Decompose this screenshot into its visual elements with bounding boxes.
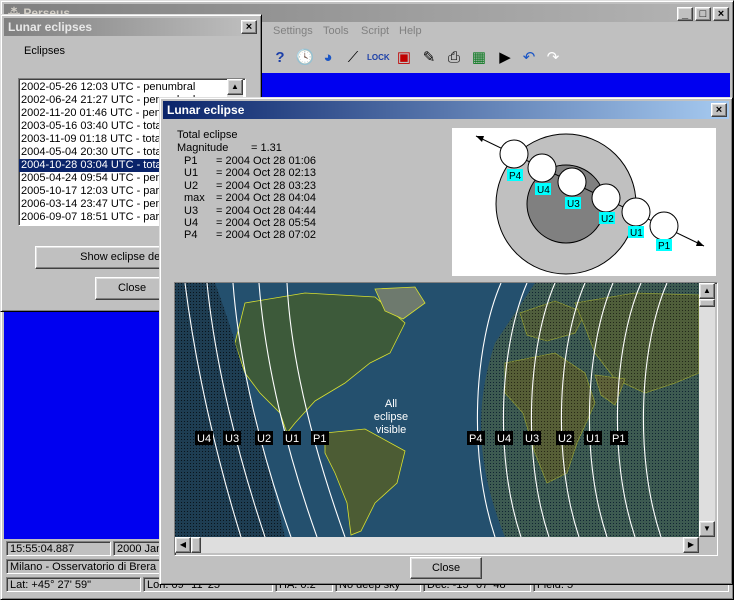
eclipses-list-scroll-up[interactable]: ▲: [227, 79, 243, 95]
map-east-u4: U4: [497, 433, 511, 445]
status-location: Milano - Osservatorio di Brera: [6, 559, 163, 574]
contact-name: U2: [184, 179, 199, 192]
moon-u3: [557, 167, 587, 197]
eclipse-diagram: P4 U4 U3 U2 U1 P1: [452, 128, 716, 276]
map-west-u2: U2: [257, 433, 271, 445]
lunar-eclipse-title: Lunar eclipse: [167, 103, 245, 117]
map-west-u1: U1: [285, 433, 299, 445]
diagram-label-p4: P4: [509, 171, 522, 182]
map-center-line-1: All: [385, 398, 397, 410]
diagram-label-u4: U4: [537, 185, 550, 196]
magnitude-value: = 1.31: [251, 142, 282, 154]
menu-help[interactable]: Help: [399, 25, 422, 37]
play-icon[interactable]: ▶: [494, 47, 516, 69]
contact-name: P1: [184, 155, 198, 167]
monitor-icon[interactable]: ▣: [393, 47, 415, 69]
clock-icon[interactable]: 🕓: [294, 47, 316, 69]
moon-u1: [621, 197, 651, 227]
diagram-label-u1: U1: [630, 228, 643, 239]
contact-name: P4: [184, 229, 198, 242]
maximize-button[interactable]: □: [695, 7, 711, 21]
help-pointer-icon[interactable]: ?: [269, 47, 291, 69]
contact-name: max: [184, 192, 205, 205]
lunar-eclipse-close-x[interactable]: ×: [711, 103, 727, 117]
close-main-button[interactable]: ×: [713, 7, 729, 21]
magnitude-label: Magnitude: [177, 142, 229, 154]
menu-script[interactable]: Script: [361, 25, 389, 37]
map-scroll-thumb-v[interactable]: [699, 299, 715, 307]
contact-time: = 2004 Oct 28 04:04: [216, 192, 316, 205]
diagram-label-u3: U3: [567, 199, 580, 210]
lunar-eclipses-title-bar: Lunar eclipses: [4, 18, 258, 36]
map-center-line-2: eclipse: [374, 411, 408, 423]
path-arrow-start: [476, 136, 484, 142]
map-east-u1: U1: [586, 433, 600, 445]
lunar-eclipses-close-button[interactable]: Close: [95, 277, 169, 300]
map-vertical-scrollbar[interactable]: [699, 283, 715, 537]
undo-icon[interactable]: ↶: [518, 47, 540, 69]
map-scroll-thumb-h[interactable]: [191, 537, 201, 553]
contact-time: = 2004 Oct 28 04:44: [216, 204, 316, 217]
redo-icon[interactable]: ↷: [542, 47, 564, 69]
contact-time: = 2004 Oct 28 01:06: [216, 155, 316, 167]
map-center-line-3: visible: [376, 424, 407, 436]
moon-u4: [527, 153, 557, 183]
lunar-eclipses-close-x[interactable]: ×: [241, 20, 257, 34]
map-scroll-up[interactable]: ▲: [699, 283, 715, 299]
lunar-eclipse-close-button[interactable]: Close: [410, 557, 482, 579]
print-icon[interactable]: ⎙: [443, 47, 465, 69]
contact-name: U4: [184, 217, 199, 229]
edit-icon[interactable]: ✎: [418, 47, 440, 69]
contact-time: = 2004 Oct 28 02:13: [216, 167, 316, 180]
map-scroll-left[interactable]: ◀: [175, 537, 191, 553]
map-horizontal-scrollbar[interactable]: [175, 537, 699, 553]
map-east-p1: P1: [612, 433, 625, 445]
map-west-u4: U4: [197, 433, 211, 445]
export-icon[interactable]: ▦: [468, 47, 490, 69]
map-east-u3: U3: [525, 433, 539, 445]
eclipse-type: Total eclipse: [177, 129, 238, 141]
map-east-u2: U2: [558, 433, 572, 445]
menu-tools[interactable]: Tools: [323, 25, 349, 37]
lunar-eclipses-title: Lunar eclipses: [8, 20, 93, 34]
lunar-eclipse-title-bar: Lunar eclipse: [163, 101, 729, 119]
moon-u2: [591, 183, 621, 213]
contact-time: = 2004 Oct 28 07:02: [216, 229, 316, 242]
diagram-label-u2: U2: [601, 214, 614, 225]
sky-map-icon[interactable]: ◕: [317, 47, 339, 69]
visibility-map: U4 U3 U2 U1 P1 P4 U4 U3 U2 U1 P1 All ecl…: [175, 283, 699, 537]
moon-p1: [649, 211, 679, 241]
status-latitude: Lat: +45° 27' 59": [6, 577, 141, 592]
status-time: 15:55:04.887: [6, 541, 111, 556]
map-scroll-down[interactable]: ▼: [699, 521, 715, 537]
contact-name: U3: [184, 204, 199, 217]
status-date: 2000 Jan: [113, 541, 163, 556]
contact-name: U1: [184, 167, 199, 180]
telescope-icon[interactable]: ⟋: [342, 47, 364, 69]
map-scroll-right[interactable]: ▶: [683, 537, 699, 553]
contact-time: = 2004 Oct 28 05:54: [216, 217, 316, 229]
lunar-eclipse-dialog: Lunar eclipse × Total eclipse Magnitude …: [159, 97, 733, 585]
lock-icon[interactable]: LOCK: [367, 47, 390, 69]
eclipses-label: Eclipses: [24, 45, 65, 57]
menu-settings[interactable]: Settings: [273, 25, 313, 37]
visibility-map-frame: U4 U3 U2 U1 P1 P4 U4 U3 U2 U1 P1 All ecl…: [174, 282, 718, 556]
moon-p4: [499, 139, 529, 169]
diagram-label-p1: P1: [658, 241, 671, 252]
minimize-button[interactable]: _: [677, 7, 693, 21]
eclipse-list-item[interactable]: 2002-05-26 12:03 UTC - penumbral: [19, 81, 226, 94]
contact-time: = 2004 Oct 28 03:23: [216, 179, 316, 192]
map-west-u3: U3: [225, 433, 239, 445]
map-east-p4: P4: [469, 433, 482, 445]
map-west-p1: P1: [313, 433, 326, 445]
path-arrow-end: [696, 240, 704, 246]
